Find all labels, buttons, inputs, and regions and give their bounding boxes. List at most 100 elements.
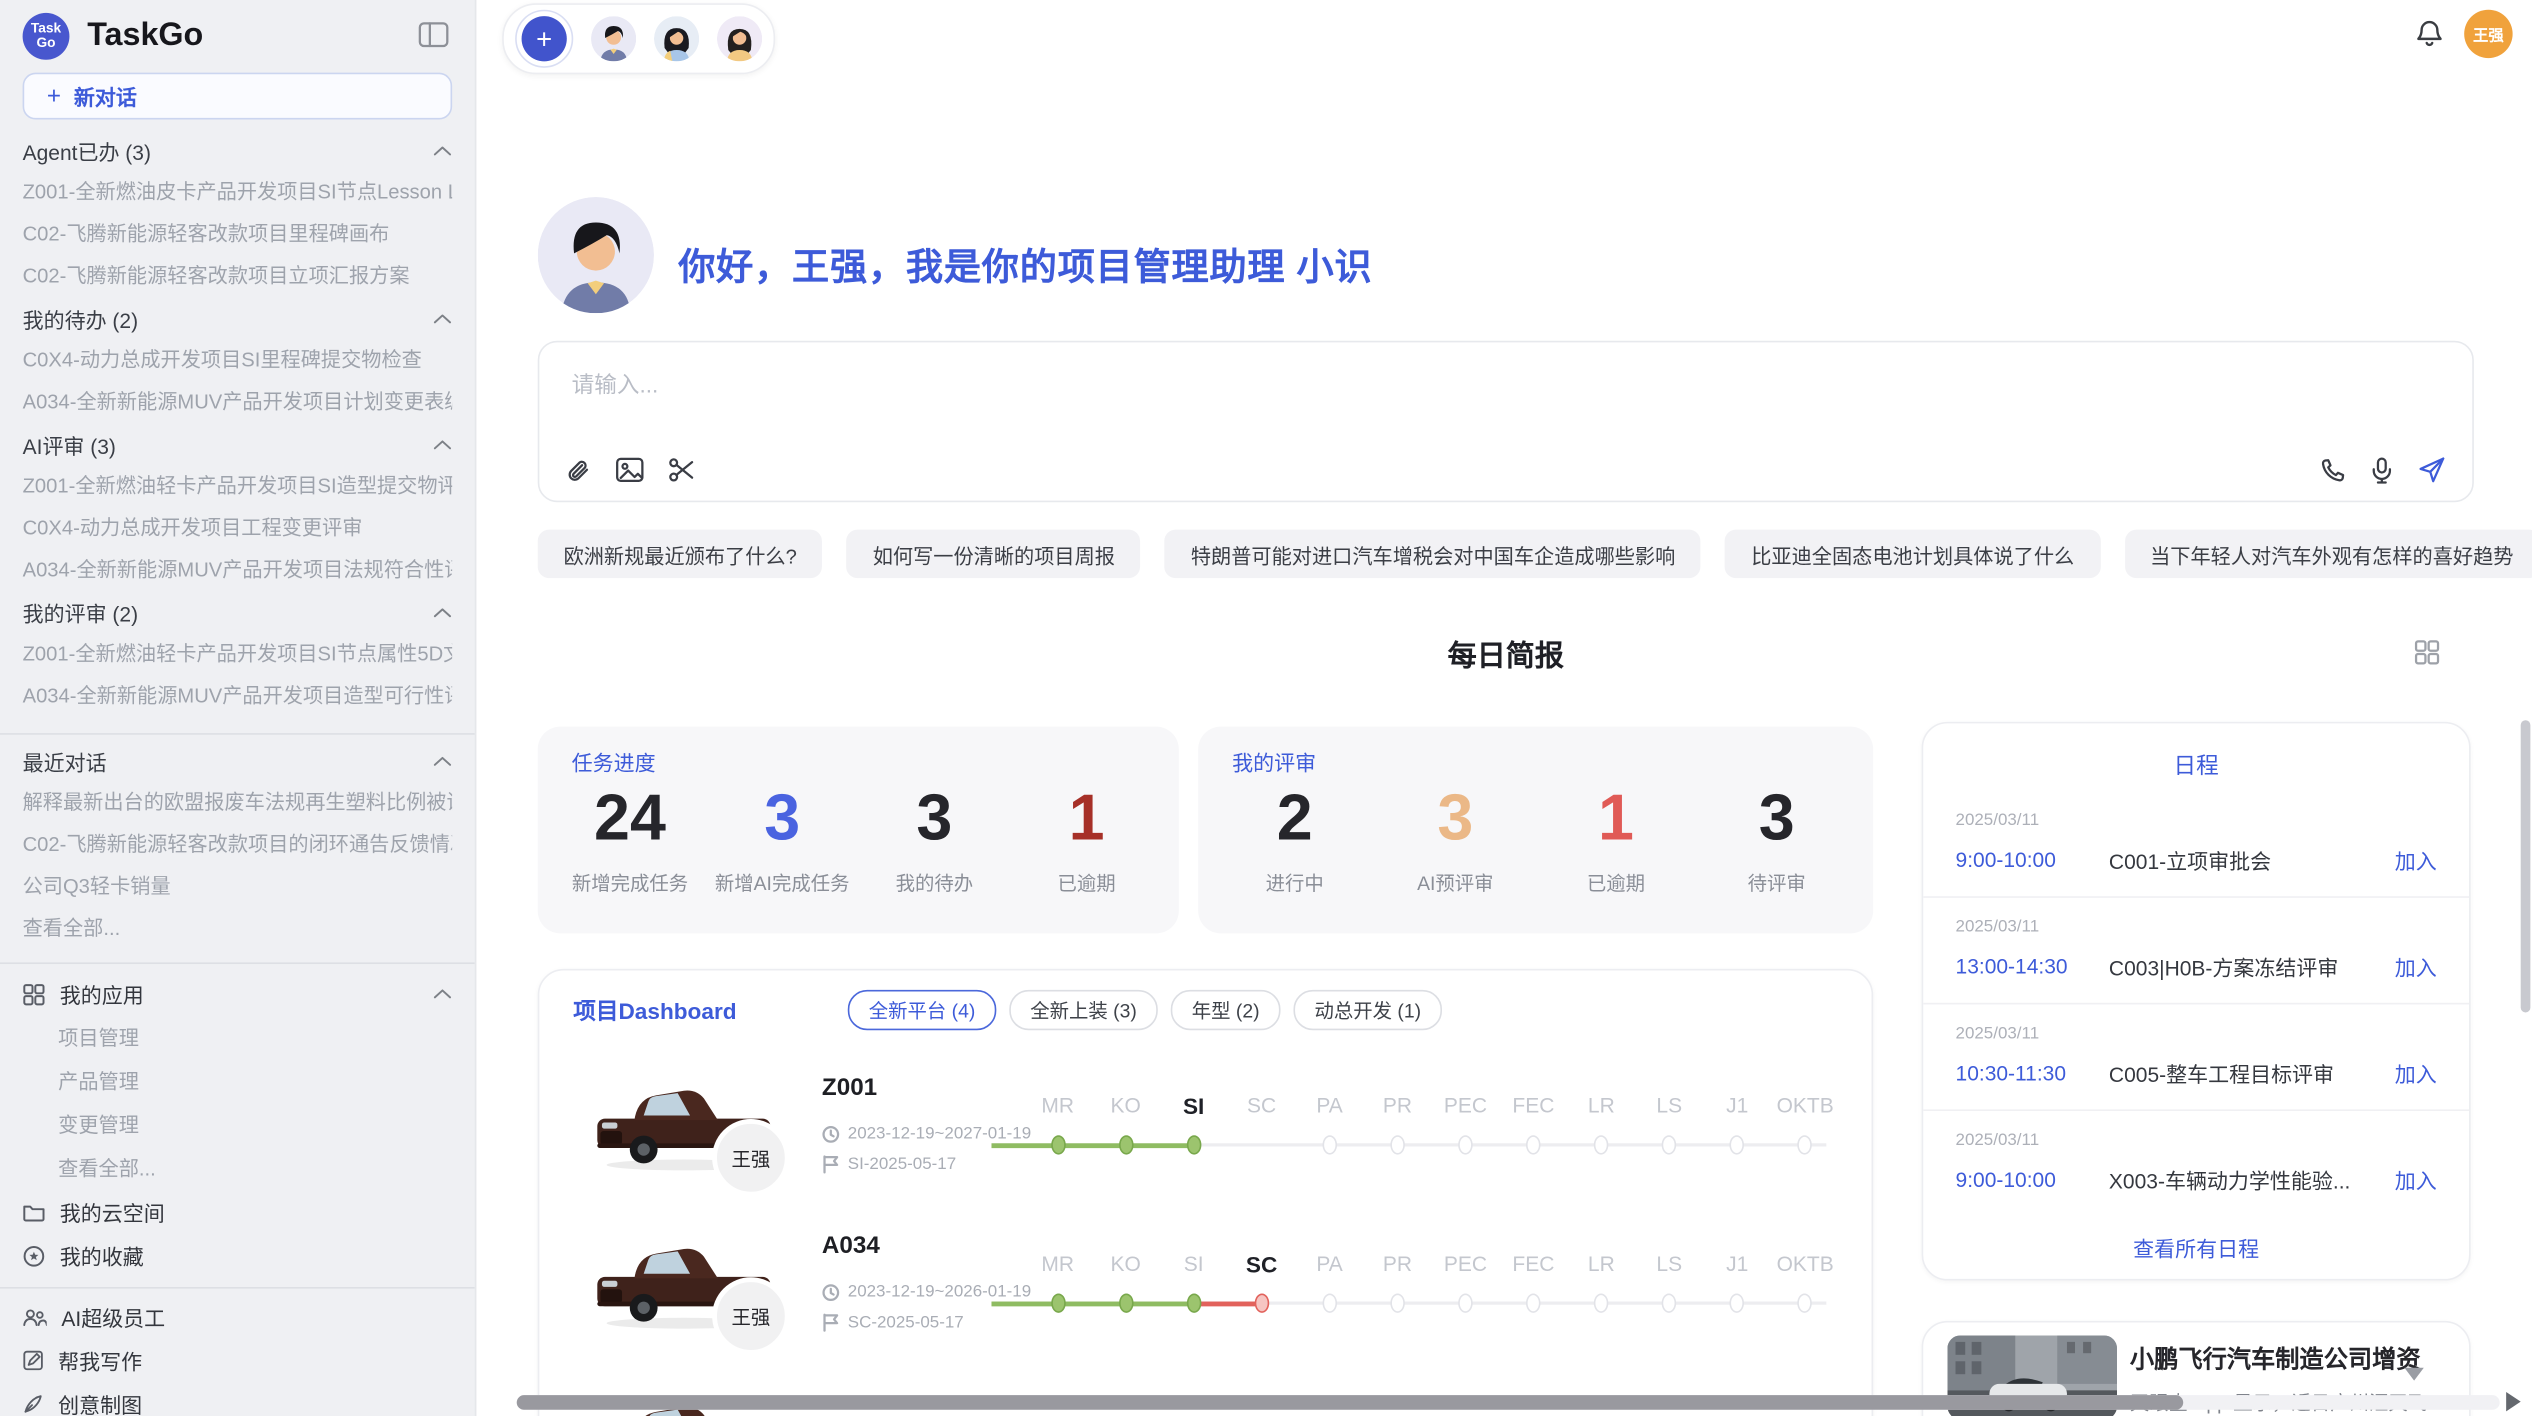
suggestion-chip[interactable]: 特朗普可能对进口汽车增税会对中国车企造成哪些影响: [1165, 530, 1701, 578]
dashboard-title: 项目Dashboard: [573, 995, 736, 1027]
agent-avatar[interactable]: [654, 16, 699, 61]
milestone-label: PR: [1364, 1251, 1432, 1277]
app-link-product-mgmt[interactable]: 产品管理: [58, 1071, 452, 1094]
microphone-icon[interactable]: [2371, 456, 2394, 483]
milestone-dot: [1526, 1293, 1541, 1312]
sidebar-item-ai-staff[interactable]: AI超级员工: [23, 1305, 453, 1329]
recent-chat-item[interactable]: C02-飞腾新能源轻客改款项目的闭环通告反馈情况: [23, 833, 453, 856]
scroll-right-arrow[interactable]: [2506, 1392, 2521, 1411]
sidebar-item-my-apps[interactable]: 我的应用: [23, 982, 453, 1006]
milestone-label: MR: [1024, 1093, 1092, 1119]
section-header-my-review[interactable]: 我的评审 (2): [23, 601, 453, 624]
sidebar-item[interactable]: Z001-全新燃油轻卡产品开发项目SI节点属性5D文件评审: [23, 643, 453, 666]
filter-pill[interactable]: 动总开发 (1): [1294, 990, 1443, 1030]
milestone-label: KO: [1092, 1093, 1160, 1119]
join-link[interactable]: 加入: [2395, 1164, 2437, 1195]
project-flag-date: SC-2025-05-17: [822, 1313, 964, 1332]
milestone-dot: [1730, 1135, 1745, 1154]
section-header-my-todo[interactable]: 我的待办 (2): [23, 307, 453, 330]
sidebar-item[interactable]: Z001-全新燃油轻卡产品开发项目SI造型提交物评审: [23, 475, 453, 498]
milestone-label: PA: [1296, 1251, 1364, 1277]
image-icon[interactable]: [615, 457, 644, 484]
clock-icon: [822, 1283, 840, 1301]
sidebar-item[interactable]: A034-全新新能源MUV产品开发项目计划变更表编写: [23, 391, 453, 414]
sidebar-item[interactable]: A034-全新新能源MUV产品开发项目造型可行性评审: [23, 685, 453, 708]
phone-icon[interactable]: [2320, 457, 2346, 483]
section-header-agent-done[interactable]: Agent已办 (3): [23, 139, 453, 162]
sidebar-item[interactable]: C0X4-动力总成开发项目工程变更评审: [23, 517, 453, 540]
divider: [0, 1287, 475, 1289]
sidebar-item-label: AI超级员工: [61, 1302, 165, 1333]
filter-pill[interactable]: 年型 (2): [1171, 990, 1281, 1030]
app-logo: Task Go: [23, 12, 70, 59]
app-link-view-all[interactable]: 查看全部...: [58, 1158, 452, 1181]
recent-chat-item[interactable]: 公司Q3轻卡销量: [23, 875, 453, 898]
milestone-dot: [1594, 1135, 1609, 1154]
chevron-up-icon: [433, 988, 452, 999]
app-window: Task Go TaskGo + 新对话 Agent已办 (3) Z001-全新…: [0, 0, 2532, 1416]
send-icon[interactable]: [2417, 455, 2446, 484]
horizontal-scrollbar-thumb[interactable]: [517, 1395, 2183, 1410]
sidebar-item[interactable]: C02-飞腾新能源轻客改款项目里程碑画布: [23, 223, 453, 246]
milestone-dot: [1050, 1293, 1065, 1312]
sidebar-item-favorites[interactable]: 我的收藏: [23, 1243, 453, 1267]
new-chat-button[interactable]: + 新对话: [23, 73, 453, 120]
section-header-ai-review[interactable]: AI评审 (3): [23, 433, 453, 456]
app-grid-icon: [23, 983, 46, 1006]
join-link[interactable]: 加入: [2395, 1058, 2437, 1089]
suggestion-chip[interactable]: 欧洲新规最近颁布了什么?: [538, 530, 823, 578]
sidebar-item[interactable]: A034-全新新能源MUV产品开发项目法规符合性评审: [23, 559, 453, 582]
milestone-dot: [1254, 1293, 1269, 1312]
section-title: AI评审 (3): [23, 429, 116, 460]
layout-grid-icon[interactable]: [2414, 639, 2440, 673]
app-link-project-mgmt[interactable]: 项目管理: [58, 1027, 452, 1050]
recent-chat-item[interactable]: 解释最新出台的欧盟报废车法规再生塑料比例被调至15%...: [23, 791, 453, 814]
agent-avatar[interactable]: [717, 16, 762, 61]
filter-pill[interactable]: 全新上装 (3): [1009, 990, 1158, 1030]
view-all-schedule-link[interactable]: 查看所有日程: [1923, 1232, 2469, 1263]
greeting-text: 你好，王强，我是你的项目管理助理 小识: [678, 236, 1372, 291]
join-link[interactable]: 加入: [2395, 951, 2437, 982]
milestone-label: PEC: [1431, 1093, 1499, 1119]
divider: [0, 962, 475, 964]
sidebar-item-help-write[interactable]: 帮我写作: [23, 1348, 453, 1372]
milestone-dot: [1594, 1293, 1609, 1312]
milestone-dot: [1118, 1293, 1133, 1312]
project-row[interactable]: 王强 Z001 2023-12-19~2027-01-19 SI-2025-05…: [539, 1046, 1871, 1204]
section-title: 我的待办 (2): [23, 303, 138, 334]
schedule-item: 2025/03/11 10:30-11:30 C005-整车工程目标评审 加入: [1923, 1003, 2469, 1110]
bell-icon[interactable]: [2416, 19, 2443, 56]
project-period: 2023-12-19~2027-01-19: [822, 1124, 1031, 1143]
sidebar-item[interactable]: Z001-全新燃油皮卡产品开发项目SI节点Lesson Learn报告: [23, 181, 453, 204]
project-row[interactable]: 王强 A034 2023-12-19~2026-01-19 SC-2025-05…: [539, 1205, 1871, 1363]
milestone-dot: [1186, 1135, 1201, 1154]
schedule-title: 日程: [1923, 749, 2469, 781]
user-avatar[interactable]: 王强: [2464, 10, 2512, 58]
add-agent-button[interactable]: +: [515, 10, 573, 68]
section-title: Agent已办 (3): [23, 135, 151, 166]
scroll-down-arrow[interactable]: [2404, 1368, 2423, 1381]
sidebar-item[interactable]: C0X4-动力总成开发项目SI里程碑提交物检查: [23, 349, 453, 372]
recent-chat-view-all[interactable]: 查看全部...: [23, 917, 453, 940]
paperclip-icon[interactable]: [565, 457, 591, 484]
milestone-dot: [1798, 1293, 1813, 1312]
project-owner-badge: 王强: [712, 1277, 790, 1355]
sidebar-item[interactable]: C02-飞腾新能源轻客改款项目立项汇报方案: [23, 265, 453, 288]
sidebar-collapse-icon[interactable]: [418, 21, 449, 57]
scissors-icon[interactable]: [669, 457, 696, 484]
chat-input[interactable]: [568, 365, 2351, 452]
join-link[interactable]: 加入: [2395, 845, 2437, 876]
filter-pill[interactable]: 全新平台 (4): [848, 990, 997, 1030]
section-header-recent-chats[interactable]: 最近对话: [23, 749, 453, 772]
suggestion-chip[interactable]: 比亚迪全固态电池计划具体说了什么: [1725, 530, 2100, 578]
sidebar-item-cloud-space[interactable]: 我的云空间: [23, 1200, 453, 1224]
stat: 2进行中: [1214, 782, 1375, 897]
agent-avatar[interactable]: [591, 16, 636, 61]
sidebar-item-creative-draw[interactable]: 创意制图: [23, 1392, 453, 1416]
suggestion-chip[interactable]: 如何写一份清晰的项目周报: [847, 530, 1141, 578]
app-link-change-mgmt[interactable]: 变更管理: [58, 1114, 452, 1137]
vertical-scrollbar-thumb[interactable]: [2521, 720, 2531, 1012]
suggestion-chip[interactable]: 当下年轻人对汽车外观有怎样的喜好趋势: [2124, 530, 2532, 578]
milestone-track: MRKOSISCPAPRPECFECLRLSJ1OKTB: [1024, 1093, 1839, 1159]
sidebar-item-label: 我的应用: [60, 979, 144, 1010]
